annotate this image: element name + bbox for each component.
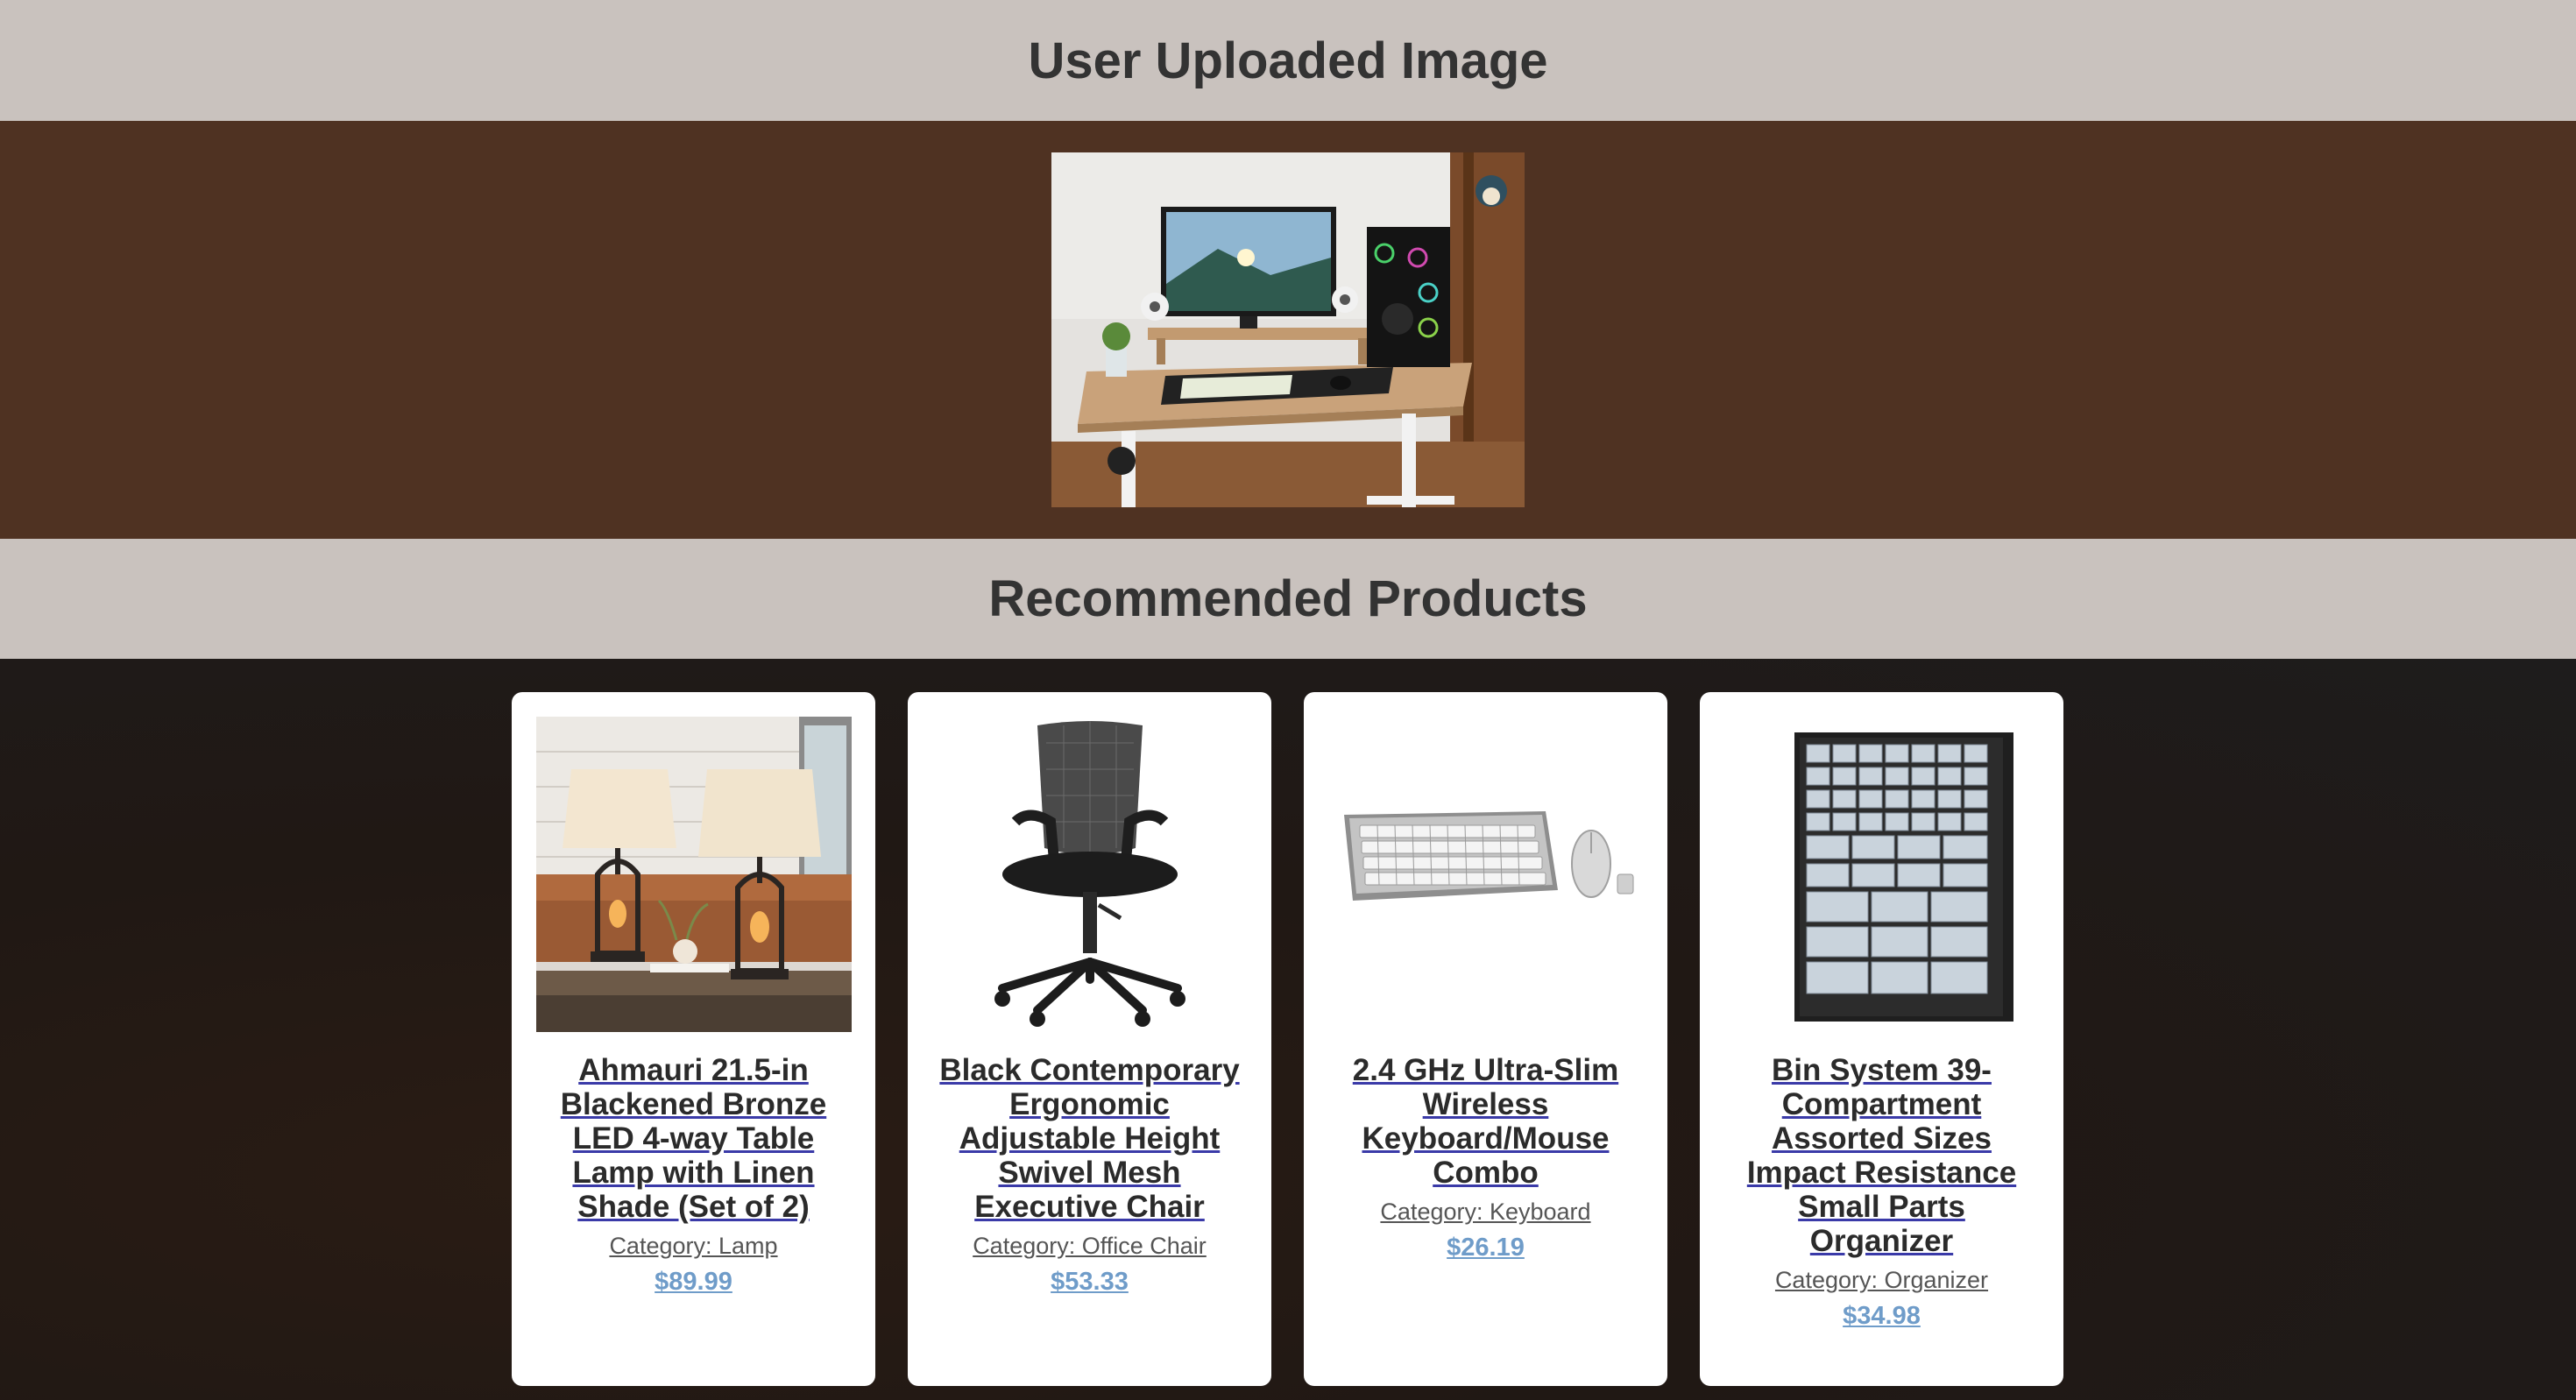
product-card: Black Contemporary Ergonomic Adjustable … — [908, 692, 1271, 1386]
uploaded-image-header: User Uploaded Image — [0, 0, 2576, 121]
product-title-link[interactable]: Ahmauri 21.5-in Blackened Bronze LED 4-w… — [536, 1053, 852, 1224]
recommended-products-title: Recommended Products — [988, 570, 1588, 627]
product-price-link[interactable]: $53.33 — [1051, 1266, 1129, 1297]
product-price-link[interactable]: $26.19 — [1447, 1232, 1525, 1263]
uploaded-image-title: User Uploaded Image — [1028, 32, 1548, 89]
keyboard-mouse-image[interactable] — [1327, 717, 1644, 1032]
product-price-link[interactable]: $89.99 — [655, 1266, 732, 1297]
product-category-link[interactable]: Category: Office Chair — [973, 1231, 1207, 1261]
product-card: Ahmauri 21.5-in Blackened Bronze LED 4-w… — [512, 692, 875, 1386]
uploaded-desk-photo — [1051, 152, 1525, 507]
product-category-link[interactable]: Category: Keyboard — [1380, 1197, 1590, 1227]
product-category-link[interactable]: Category: Lamp — [609, 1231, 777, 1261]
office-chair-image[interactable] — [931, 717, 1248, 1032]
product-title-link[interactable]: Bin System 39-Compartment Assorted Sizes… — [1724, 1053, 2040, 1258]
product-card: 2.4 GHz Ultra-Slim Wireless Keyboard/Mou… — [1304, 692, 1667, 1386]
recommended-products-section — [0, 659, 2576, 1400]
product-title-link[interactable]: 2.4 GHz Ultra-Slim Wireless Keyboard/Mou… — [1328, 1053, 1644, 1190]
product-price-link[interactable]: $34.98 — [1843, 1300, 1921, 1332]
product-title-link[interactable]: Black Contemporary Ergonomic Adjustable … — [932, 1053, 1248, 1224]
product-category-link[interactable]: Category: Organizer — [1775, 1265, 1988, 1295]
product-card: Bin System 39-Compartment Assorted Sizes… — [1700, 692, 2063, 1386]
recommended-products-header: Recommended Products — [0, 539, 2576, 659]
parts-organizer-image[interactable] — [1723, 717, 2040, 1032]
table-lamp-image[interactable] — [535, 717, 852, 1032]
